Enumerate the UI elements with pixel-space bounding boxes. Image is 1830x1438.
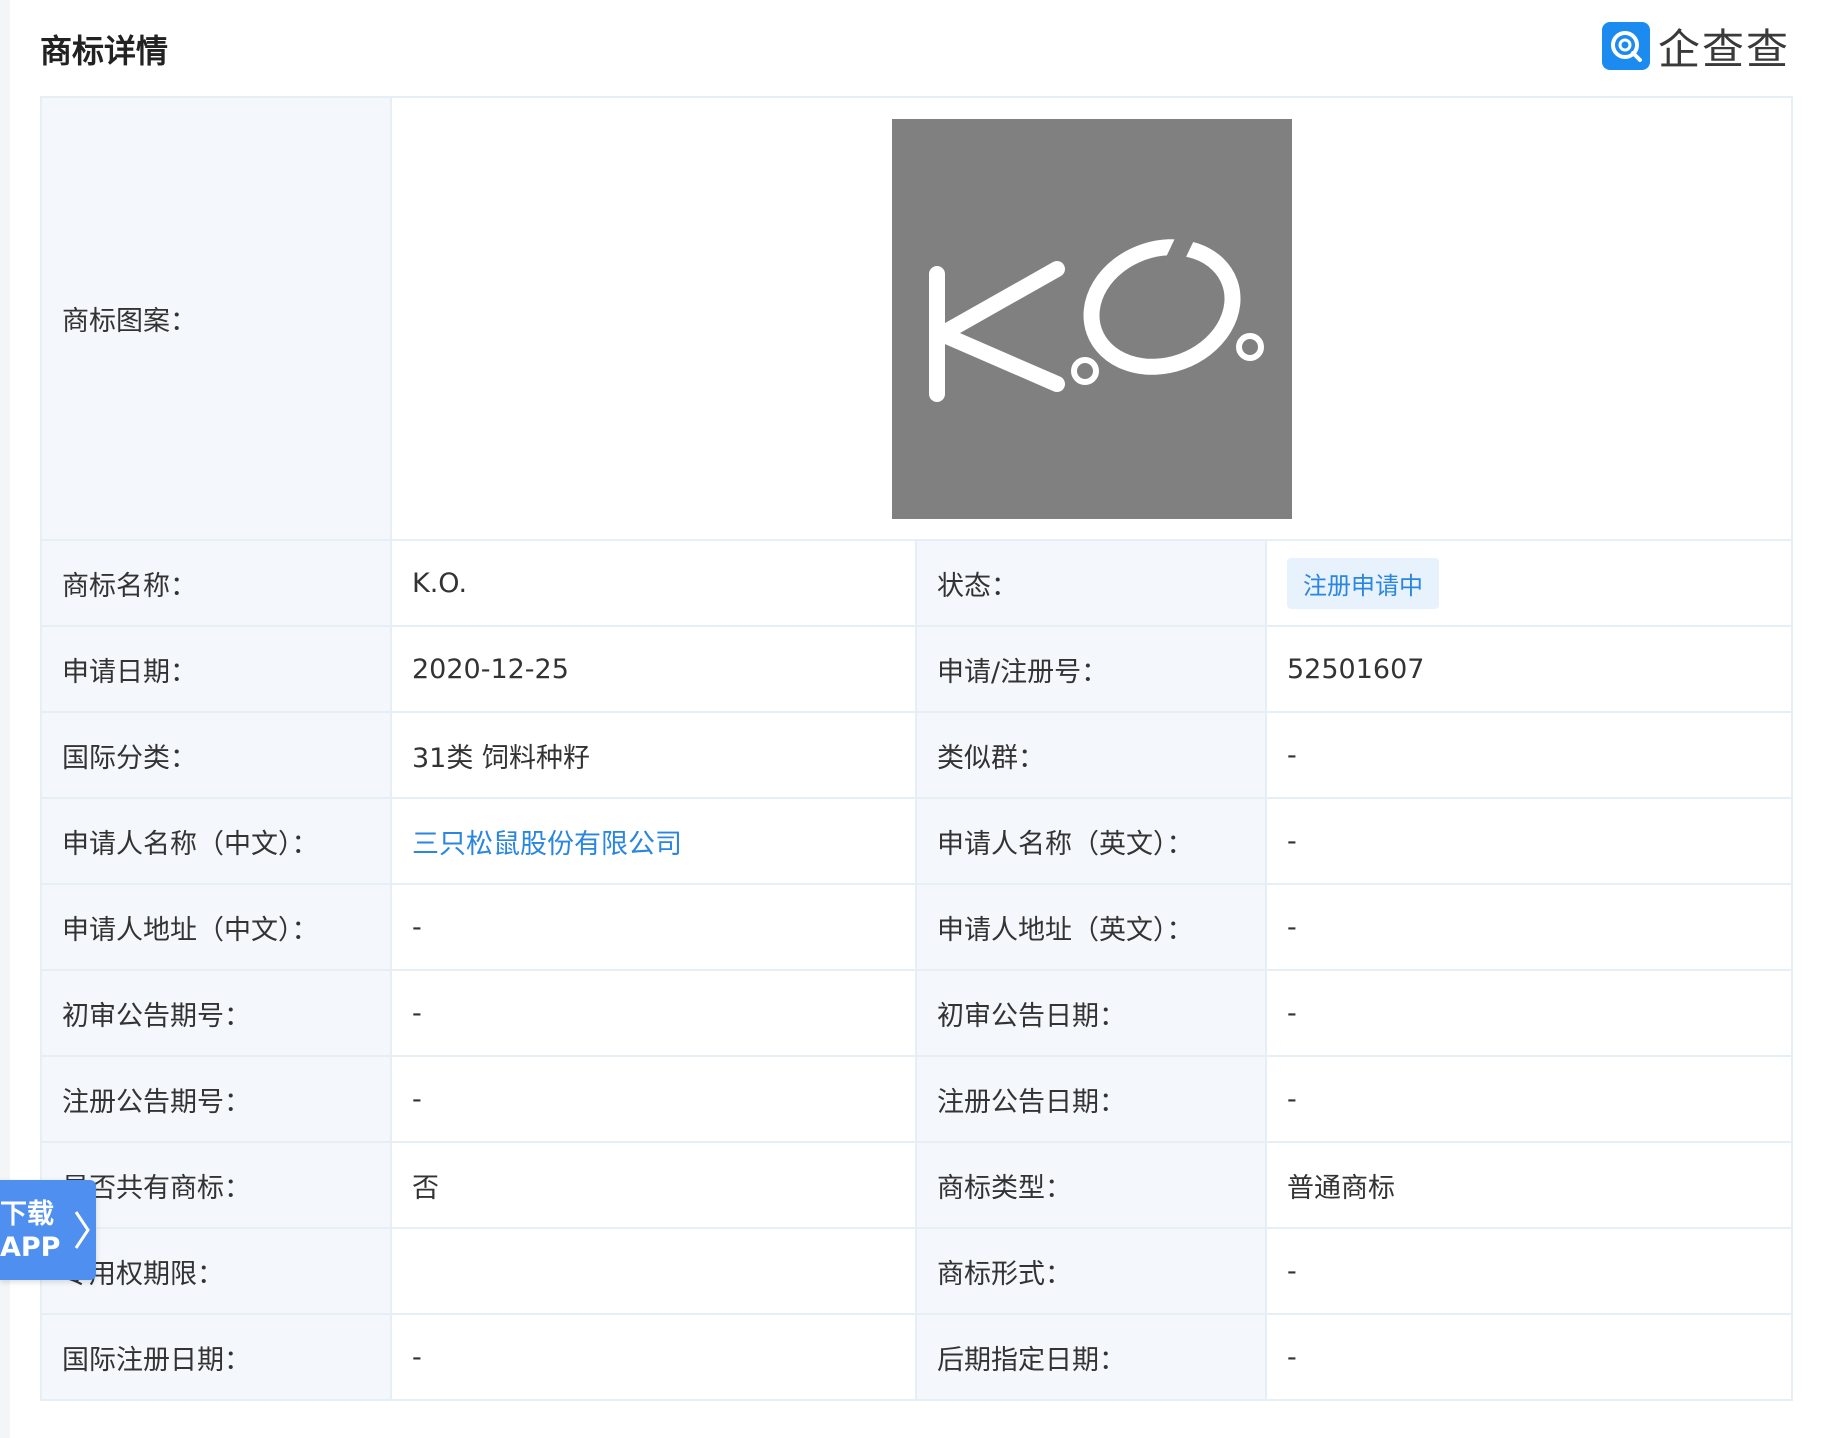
brand-name: 企查查	[1657, 24, 1790, 74]
field-label: 后期指定日期：	[915, 1313, 1267, 1401]
field-value-text: 2020-12-25	[412, 653, 569, 685]
field-label: 申请/注册号：	[915, 625, 1267, 713]
table-row: 商标名称： K.O. 状态： 注册申请中	[40, 539, 1794, 627]
field-value: K.O.	[390, 539, 917, 627]
field-value: -	[1264, 1313, 1794, 1401]
field-label-text: 注册公告日期：	[937, 1086, 1126, 1118]
field-value-text: 普通商标	[1287, 1172, 1395, 1204]
table-row: 专用权期限： 商标形式： -	[40, 1227, 1794, 1315]
field-label: 申请人地址（中文）：	[40, 883, 392, 971]
field-value-text: -	[1287, 911, 1297, 943]
field-label: 国际注册日期：	[40, 1313, 392, 1401]
field-value-text: -	[1287, 739, 1297, 771]
field-label: 注册公告期号：	[40, 1055, 392, 1143]
field-value-text: -	[1287, 825, 1297, 857]
field-value: -	[390, 1313, 917, 1401]
table-row: 申请日期： 2020-12-25 申请/注册号： 52501607	[40, 625, 1794, 713]
field-label-text: 申请日期：	[62, 656, 197, 688]
chevron-right-icon	[74, 1211, 90, 1249]
field-label: 初审公告期号：	[40, 969, 392, 1057]
table-row: 国际分类： 31类 饲料种籽 类似群： -	[40, 711, 1794, 799]
field-value-text: -	[412, 911, 422, 943]
field-value-text: -	[1287, 1255, 1297, 1287]
field-value-text: 否	[412, 1172, 439, 1204]
field-value	[390, 1227, 917, 1315]
field-value: -	[1264, 1055, 1794, 1143]
field-label-text: 申请人地址（中文）：	[62, 914, 319, 946]
field-label: 商标名称：	[40, 539, 392, 627]
field-value: -	[390, 883, 917, 971]
field-label-text: 商标类型：	[937, 1172, 1072, 1204]
logo-row: 商标图案：	[40, 96, 1794, 541]
field-value: -	[390, 969, 917, 1057]
field-value-text: -	[1287, 1083, 1297, 1115]
field-label-text: 初审公告期号：	[62, 1000, 251, 1032]
field-value: -	[1264, 1227, 1794, 1315]
field-label: 国际分类：	[40, 711, 392, 799]
applicant-link[interactable]: 三只松鼠股份有限公司	[412, 829, 682, 860]
status-badge: 注册申请中	[1287, 557, 1439, 609]
field-value: 普通商标	[1264, 1141, 1794, 1229]
field-label: 商标形式：	[915, 1227, 1267, 1315]
field-value: 2020-12-25	[390, 625, 917, 713]
field-value: 三只松鼠股份有限公司	[390, 797, 917, 885]
trademark-detail-table: 商标图案： 商标名称： K.O. 状态： 注册申请中 申请日期： 2020-12…	[40, 96, 1794, 1401]
logo-cell	[389, 96, 1794, 541]
field-label: 注册公告日期：	[915, 1055, 1267, 1143]
field-label: 申请人名称（中文）：	[40, 797, 392, 885]
table-row: 申请人名称（中文）： 三只松鼠股份有限公司 申请人名称（英文）： -	[40, 797, 1794, 885]
field-value-text: -	[1287, 997, 1297, 1029]
download-app-tab[interactable]: 下载 APP	[0, 1180, 96, 1280]
field-label-text: 后期指定日期：	[937, 1344, 1126, 1376]
field-value-text: 52501607	[1287, 653, 1425, 685]
table-row: 注册公告期号： - 注册公告日期： -	[40, 1055, 1794, 1143]
field-label-text: 状态：	[937, 570, 1018, 602]
field-value-text: -	[412, 997, 422, 1029]
field-label-text: 商标形式：	[937, 1258, 1072, 1290]
field-value: 否	[390, 1141, 917, 1229]
field-label-text: 商标名称：	[62, 570, 197, 602]
field-label-text: 申请人名称（英文）：	[937, 828, 1194, 860]
field-value-text: -	[412, 1341, 422, 1373]
header: 商标详情 企查查	[40, 0, 1790, 96]
field-value: 52501607	[1264, 625, 1794, 713]
field-label-text: 申请人名称（中文）：	[62, 828, 319, 860]
table-row: 初审公告期号： - 初审公告日期： -	[40, 969, 1794, 1057]
field-label-text: 初审公告日期：	[937, 1000, 1126, 1032]
trademark-image[interactable]	[891, 118, 1292, 519]
table-row: 是否共有商标：否商标类型： 普通商标	[40, 1141, 1794, 1229]
field-value: -	[390, 1055, 917, 1143]
field-label-text: 注册公告期号：	[62, 1086, 251, 1118]
table-row: 国际注册日期： - 后期指定日期： -	[40, 1313, 1794, 1401]
field-label: 申请人名称（英文）：	[915, 797, 1267, 885]
field-value: 31类 饲料种籽	[390, 711, 917, 799]
field-label-text: 国际注册日期：	[62, 1344, 251, 1376]
field-value: -	[1264, 711, 1794, 799]
field-value-text: -	[412, 1083, 422, 1115]
field-value: 注册申请中	[1264, 539, 1794, 627]
field-value: -	[1264, 969, 1794, 1057]
logo-label: 商标图案：	[40, 96, 392, 541]
brand-logo[interactable]: 企查查	[1601, 22, 1790, 74]
field-label: 初审公告日期：	[915, 969, 1267, 1057]
field-label: 申请日期：	[40, 625, 392, 713]
table-row: 申请人地址（中文）： - 申请人地址（英文）： -	[40, 883, 1794, 971]
field-label-text: 类似群：	[937, 742, 1045, 774]
field-label-text: 申请人地址（英文）：	[937, 914, 1194, 946]
field-label: 商标类型：	[915, 1141, 1267, 1229]
field-label-text: 国际分类：	[62, 742, 197, 774]
field-value-text: K.O.	[412, 567, 468, 599]
field-value: -	[1264, 797, 1794, 885]
field-value-text: 31类 饲料种籽	[412, 742, 590, 774]
field-label: 类似群：	[915, 711, 1267, 799]
download-label: 下载	[0, 1199, 54, 1230]
app-label: APP	[0, 1232, 61, 1263]
page-title: 商标详情	[40, 32, 169, 70]
field-value: -	[1264, 883, 1794, 971]
field-label: 申请人地址（英文）：	[915, 883, 1267, 971]
field-label-text: 申请/注册号：	[937, 656, 1109, 688]
field-label: 状态：	[915, 539, 1267, 627]
qichacha-icon	[1601, 22, 1650, 70]
field-value-text: -	[1287, 1341, 1297, 1373]
